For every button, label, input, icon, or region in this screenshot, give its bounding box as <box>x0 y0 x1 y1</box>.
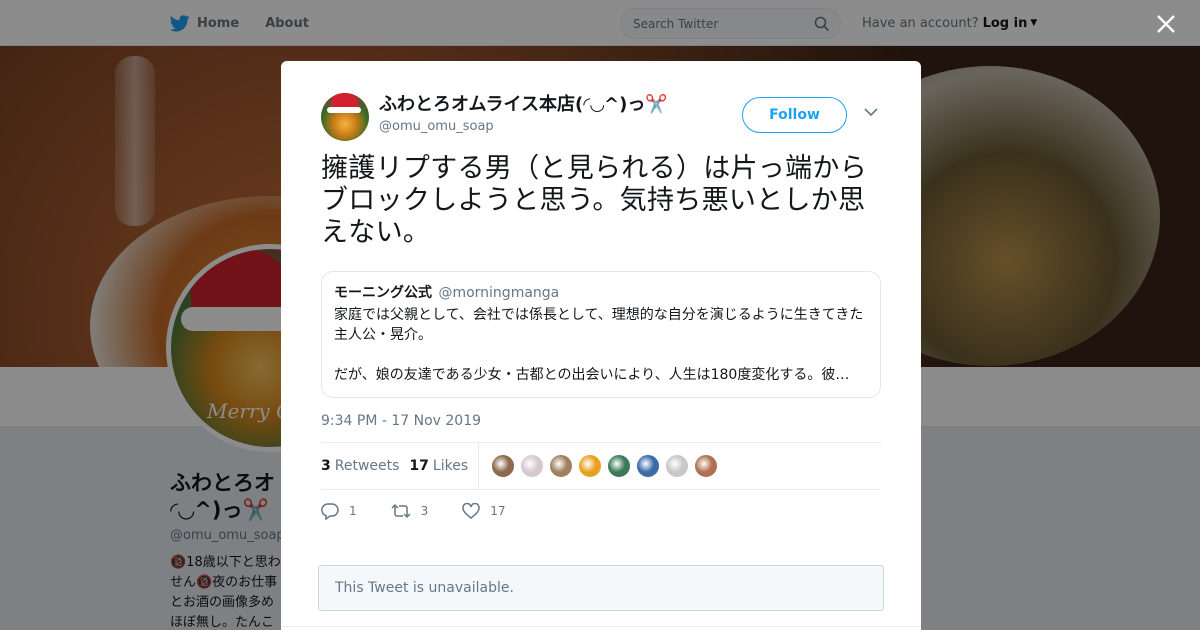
avatar-hat-fur <box>327 107 361 113</box>
likes-label: Likes <box>432 458 469 474</box>
stats-divider <box>478 443 480 489</box>
quoted-tweet[interactable]: モーニング公式 @morningmanga 家庭では父親として、会社では係長とし… <box>321 271 881 398</box>
retweet-icon <box>391 503 411 519</box>
tweet: ふわとろオムライス本店(◜◡^)っ✂️ @omu_omu_soap Follow… <box>321 91 881 532</box>
liker-avatar[interactable] <box>607 454 632 478</box>
close-button[interactable] <box>1152 10 1180 38</box>
unavailable-tweet-notice: This Tweet is unavailable. <box>318 565 884 611</box>
liker-avatar[interactable] <box>665 454 690 478</box>
author-handle[interactable]: @omu_omu_soap <box>379 119 494 134</box>
reply-action[interactable]: 1 <box>321 502 357 520</box>
retweets-count: 3 <box>321 458 331 474</box>
quoted-tweet-text: 家庭では父親として、会社では係長として、理想的な自分を演じるように生きてきた主人… <box>334 307 864 383</box>
close-icon <box>1157 15 1175 33</box>
tweet-modal: ふわとろオムライス本店(◜◡^)っ✂️ @omu_omu_soap Follow… <box>281 61 921 630</box>
tweet-timestamp[interactable]: 9:34 PM - 17 Nov 2019 <box>321 412 881 442</box>
retweets-label: Retweets <box>334 458 400 474</box>
liker-avatar[interactable] <box>578 454 603 478</box>
liker-avatar[interactable] <box>520 454 545 478</box>
author-avatar[interactable] <box>321 93 369 141</box>
liker-avatar[interactable] <box>636 454 661 478</box>
heart-icon <box>462 503 481 519</box>
retweet-action[interactable]: 3 <box>391 503 429 519</box>
liker-avatar[interactable] <box>694 454 719 478</box>
modal-divider <box>281 626 921 630</box>
quoted-tweet-header: モーニング公式 @morningmanga <box>334 284 868 302</box>
like-count: 17 <box>490 504 506 518</box>
retweet-count: 3 <box>420 504 429 518</box>
chevron-down-icon[interactable] <box>864 107 878 117</box>
likes-count: 17 <box>409 458 429 474</box>
liker-avatars <box>491 454 723 478</box>
reply-icon <box>321 503 339 520</box>
quoted-author-handle: @morningmanga <box>438 285 560 301</box>
likes-stat[interactable]: 17 Likes <box>409 458 468 474</box>
reply-count: 1 <box>349 504 357 518</box>
follow-button[interactable]: Follow <box>742 97 847 133</box>
retweets-stat[interactable]: 3 Retweets <box>321 458 399 474</box>
tweet-stats: 3 Retweets 17 Likes <box>321 442 881 490</box>
tweet-header: ふわとろオムライス本店(◜◡^)っ✂️ @omu_omu_soap Follow <box>321 91 881 143</box>
like-action[interactable]: 17 <box>462 503 506 519</box>
tweet-actions: 1 3 17 <box>321 490 881 532</box>
liker-avatar[interactable] <box>549 454 574 478</box>
author-name[interactable]: ふわとろオムライス本店(◜◡^)っ✂️ <box>379 93 668 117</box>
tweet-text: 擁護リプする男（と見られる）は片っ端からブロックしようと思う。気持ち悪いとしか思… <box>321 153 867 248</box>
liker-avatar[interactable] <box>491 454 516 478</box>
quoted-author-name: モーニング公式 <box>334 285 432 301</box>
